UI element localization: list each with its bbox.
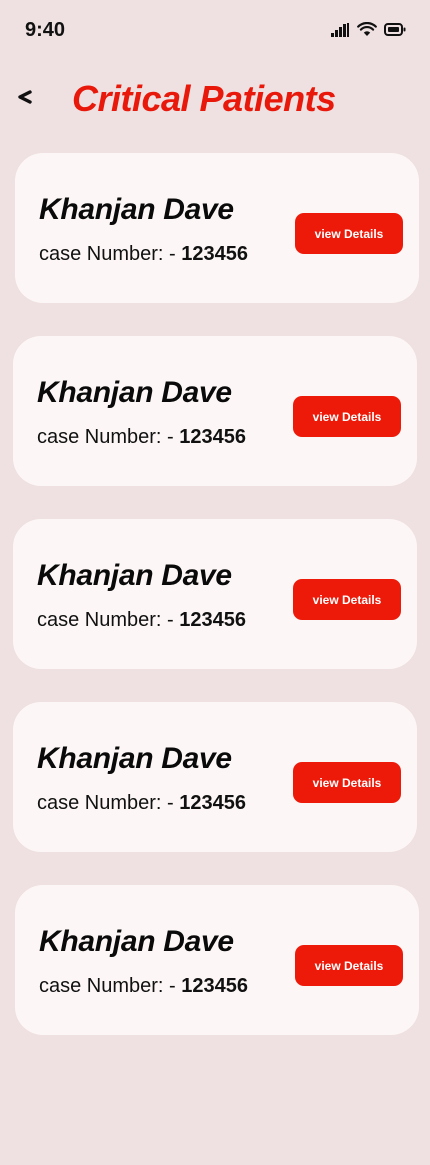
- view-details-button[interactable]: view Details: [295, 213, 403, 254]
- patient-name: Khanjan Dave: [37, 376, 232, 409]
- page-title: Critical Patients: [72, 78, 336, 119]
- wifi-icon: [357, 21, 377, 42]
- view-details-button[interactable]: view Details: [293, 579, 401, 620]
- patient-name: Khanjan Dave: [37, 559, 232, 592]
- status-icons: [331, 21, 406, 42]
- chevron-left-icon: [15, 89, 33, 110]
- case-number-value: 123456: [179, 609, 247, 631]
- patient-card: Khanjan Dave case Number: - 123456 view …: [13, 519, 417, 669]
- case-number-value: 123456: [181, 243, 249, 265]
- case-number: case Number: - 123456: [37, 609, 246, 632]
- case-number-value: 123456: [179, 426, 247, 448]
- case-number: case Number: - 123456: [37, 426, 246, 449]
- case-label: case Number: -: [37, 609, 180, 631]
- view-details-button[interactable]: view Details: [293, 762, 401, 803]
- patient-name: Khanjan Dave: [39, 925, 234, 958]
- view-details-button[interactable]: view Details: [293, 396, 401, 437]
- status-time: 9:40: [25, 19, 66, 41]
- status-bar: 9:40: [0, 0, 430, 60]
- patient-card: Khanjan Dave case Number: - 123456 view …: [13, 336, 417, 486]
- patient-card: Khanjan Dave case Number: - 123456 view …: [15, 885, 419, 1035]
- patient-card: Khanjan Dave case Number: - 123456 view …: [15, 153, 419, 303]
- case-number: case Number: - 123456: [39, 243, 248, 266]
- case-number: case Number: - 123456: [39, 975, 248, 998]
- header: Critical Patients: [0, 72, 430, 128]
- view-details-button[interactable]: view Details: [295, 945, 403, 986]
- case-number-value: 123456: [179, 792, 247, 814]
- case-label: case Number: -: [39, 975, 182, 997]
- case-label: case Number: -: [37, 426, 180, 448]
- signal-icon: [331, 22, 350, 42]
- patient-name: Khanjan Dave: [37, 742, 232, 775]
- case-label: case Number: -: [39, 243, 182, 265]
- case-number: case Number: - 123456: [37, 792, 246, 815]
- patient-card: Khanjan Dave case Number: - 123456 view …: [13, 702, 417, 852]
- battery-icon: [384, 23, 406, 41]
- case-number-value: 123456: [181, 975, 249, 997]
- case-label: case Number: -: [37, 792, 180, 814]
- back-button[interactable]: [12, 86, 36, 112]
- patient-name: Khanjan Dave: [39, 193, 234, 226]
